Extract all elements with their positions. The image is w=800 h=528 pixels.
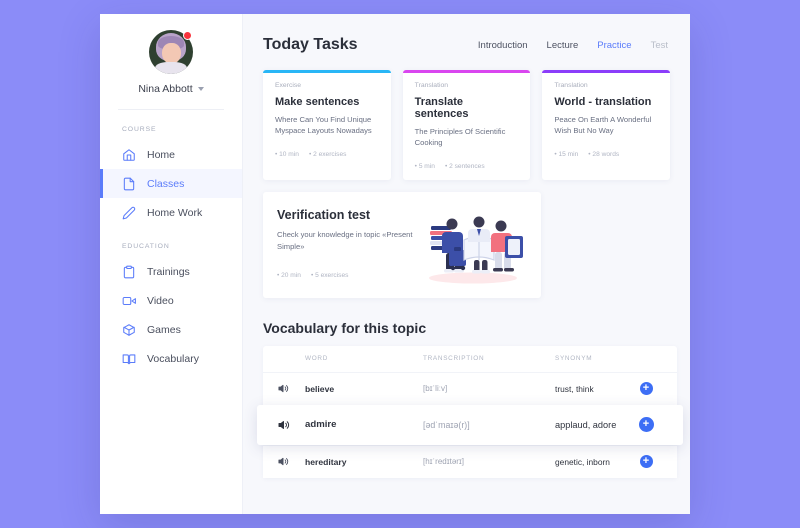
notification-dot-icon [183, 31, 192, 40]
task-title: Make sentences [275, 96, 360, 108]
vocab-word: believe [305, 383, 335, 394]
video-camera-icon [122, 294, 136, 308]
task-card[interactable]: Translation Translate sentences The Prin… [402, 70, 531, 180]
task-category: Translation [554, 82, 588, 89]
vocab-transcription: [bɪˈliːv] [423, 384, 448, 394]
task-duration: 10 min [275, 151, 299, 158]
speaker-icon[interactable] [277, 418, 290, 431]
avatar[interactable] [149, 30, 193, 74]
sidebar-item-label: Trainings [147, 265, 190, 278]
sidebar-item-label: Classes [147, 177, 185, 190]
tab-practice[interactable]: Practice [597, 40, 631, 51]
plus-circle-icon[interactable] [639, 382, 653, 396]
task-count: 2 sentences [445, 163, 485, 170]
page-title: Today Tasks [263, 36, 358, 53]
app-window: Nina Abbott COURSE Home Classes Home Wor… [100, 14, 690, 514]
sidebar-item-label: Home [147, 148, 176, 161]
task-duration: 15 min [554, 151, 578, 158]
sidebar-item-games[interactable]: Games [100, 315, 242, 344]
task-description: Where Can You Find Unique Myspace Layout… [275, 115, 372, 136]
plus-circle-icon[interactable] [638, 417, 654, 433]
verification-test-card[interactable]: Verification test Check your knowledge i… [263, 191, 541, 298]
vocab-synonym: trust, think [555, 383, 594, 394]
nav-section-education: EDUCATION Trainings Video Games Vocabula… [100, 243, 242, 373]
column-header-synonym: SYNONYM [555, 355, 593, 363]
tab-introduction[interactable]: Introduction [478, 40, 528, 51]
home-icon [122, 148, 136, 162]
task-meta: 15 min 28 words [554, 151, 658, 158]
section-label-course: COURSE [122, 126, 157, 133]
sidebar-item-vocabulary[interactable]: Vocabulary [100, 344, 242, 373]
vocab-synonym: genetic, inborn [555, 456, 610, 467]
task-category: Translation [414, 82, 449, 89]
sidebar-item-trainings[interactable]: Trainings [100, 257, 242, 286]
speaker-icon[interactable] [277, 382, 290, 395]
sidebar-item-label: Video [147, 294, 174, 307]
task-count: 28 words [588, 151, 619, 158]
verification-description: Check your knowledge in topic «Present S… [277, 229, 413, 251]
table-row[interactable]: admire [ədˈmaɪə(r)] applaud, adore [257, 404, 683, 445]
profile-dropdown[interactable]: Nina Abbott [138, 83, 204, 95]
tab-test[interactable]: Test [651, 40, 668, 51]
vocab-word: admire [305, 419, 337, 431]
task-count: 2 exercises [309, 151, 346, 158]
column-header-word: WORD [305, 355, 329, 363]
sidebar-item-classes[interactable]: Classes [100, 169, 242, 198]
nav-section-course: COURSE Home Classes Home Work [100, 126, 242, 227]
tab-lecture[interactable]: Lecture [547, 40, 579, 51]
task-duration: 5 min [415, 163, 435, 170]
task-meta: 10 min 2 exercises [275, 151, 379, 158]
column-header-transcription: TRANSCRIPTION [423, 355, 485, 363]
vocab-transcription: [hɪˈredɪtərɪ] [423, 457, 464, 467]
cube-icon [122, 323, 136, 337]
verification-meta: 20 min 5 exercises [277, 272, 419, 279]
task-title: Translate sentences [414, 96, 469, 120]
sidebar-item-label: Vocabulary [147, 352, 199, 365]
plus-circle-icon[interactable] [639, 455, 653, 469]
task-meta: 5 min 2 sentences [415, 163, 519, 170]
verification-count: 5 exercises [311, 272, 348, 279]
main-header: Today Tasks Introduction Lecture Practic… [263, 36, 670, 54]
table-header-row: WORD TRANSCRIPTION SYNONYM [263, 346, 677, 372]
main-content: Today Tasks Introduction Lecture Practic… [243, 14, 690, 514]
task-description: The Principles Of Scientific Cooking [414, 127, 506, 148]
pencil-icon [122, 206, 136, 220]
sidebar-divider [118, 109, 224, 110]
sidebar-item-home-work[interactable]: Home Work [100, 198, 242, 227]
chevron-down-icon [197, 87, 204, 91]
vocabulary-heading: Vocabulary for this topic [263, 319, 427, 336]
task-card-list: Exercise Make sentences Where Can You Fi… [263, 70, 671, 180]
sidebar-item-video[interactable]: Video [100, 286, 242, 315]
profile-name: Nina Abbott [138, 83, 193, 95]
clipboard-icon [122, 265, 136, 279]
task-description: Peace On Earth A Wonderful Wish But No W… [554, 115, 652, 136]
book-icon [122, 352, 136, 366]
sidebar-item-label: Home Work [147, 206, 203, 219]
vocabulary-table: WORD TRANSCRIPTION SYNONYM believe [bɪˈl… [257, 345, 683, 478]
verification-duration: 20 min [277, 272, 301, 279]
people-with-books-illustration-icon [419, 208, 527, 286]
table-row[interactable]: hereditary [hɪˈredɪtərɪ] genetic, inborn [263, 444, 677, 478]
task-title: World - translation [554, 96, 652, 108]
task-category: Exercise [275, 82, 302, 89]
section-label-education: EDUCATION [122, 243, 170, 250]
tab-bar: Introduction Lecture Practice Test [478, 40, 670, 51]
speaker-icon[interactable] [277, 455, 290, 468]
document-icon [122, 177, 136, 191]
task-card[interactable]: Translation World - translation Peace On… [542, 70, 671, 180]
table-row[interactable]: believe [bɪˈliːv] trust, think [263, 371, 677, 405]
vocab-synonym: applaud, adore [555, 419, 617, 430]
vocab-word: hereditary [305, 456, 347, 467]
vocab-transcription: [ədˈmaɪə(r)] [423, 419, 470, 430]
sidebar: Nina Abbott COURSE Home Classes Home Wor… [100, 14, 243, 514]
profile-section: Nina Abbott [100, 30, 242, 95]
verification-title: Verification test [277, 207, 371, 222]
task-card[interactable]: Exercise Make sentences Where Can You Fi… [263, 70, 391, 180]
sidebar-item-label: Games [147, 323, 181, 336]
sidebar-item-home[interactable]: Home [100, 140, 242, 169]
